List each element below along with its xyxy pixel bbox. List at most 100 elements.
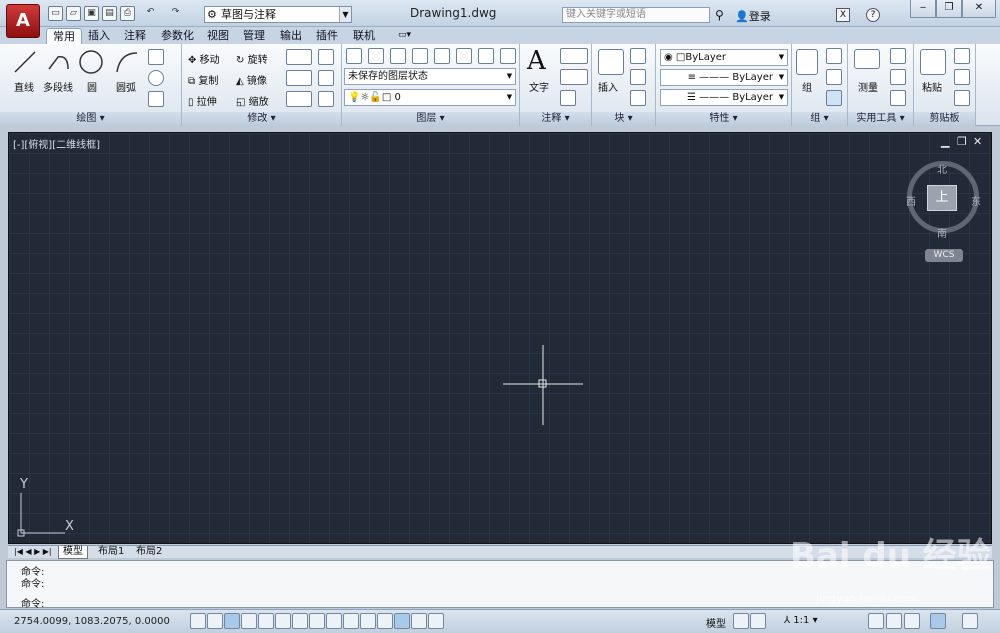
dimension-icon[interactable]	[560, 48, 588, 64]
measure-icon[interactable]	[854, 49, 880, 69]
move-button[interactable]: ✥ 移动	[188, 51, 220, 66]
lineweight-select[interactable]: ☰ ——— ByLayer ▼	[660, 89, 788, 106]
tab-model[interactable]: 模型	[58, 546, 88, 559]
arc-button[interactable]: 圆弧	[116, 79, 136, 94]
viewport-restore-icon[interactable]: ❐	[957, 135, 967, 148]
lineweight-toggle-icon[interactable]	[360, 613, 376, 629]
text-button[interactable]: 文字	[529, 79, 549, 94]
snap-icon[interactable]	[207, 613, 223, 629]
compass-east[interactable]: 东	[971, 193, 981, 208]
polar-icon[interactable]	[258, 613, 274, 629]
trim-icon[interactable]	[286, 49, 312, 65]
drawing-canvas[interactable]: [-][俯视][二维线框] ▁ ❐ ✕ 上 北 南 东 西 WCS Y X	[8, 132, 992, 544]
maximize-button[interactable]: ❐	[936, 0, 962, 18]
layer-icon[interactable]	[456, 48, 472, 64]
grid-icon[interactable]	[224, 613, 240, 629]
wcs-menu[interactable]: WCS	[925, 249, 963, 262]
panel-title-properties[interactable]: 特性 ▾	[656, 112, 791, 126]
panel-title-layers[interactable]: 图层 ▾	[342, 112, 519, 126]
hardware-acceleration-icon[interactable]	[930, 613, 946, 629]
quick-view-icon[interactable]	[750, 613, 766, 629]
compass-south[interactable]: 南	[937, 225, 947, 240]
text-icon[interactable]: A	[527, 46, 546, 76]
undo-icon[interactable]: ↶	[143, 6, 158, 21]
copy-clip-icon[interactable]	[954, 69, 970, 85]
tab-parametric[interactable]: 参数化	[161, 28, 194, 44]
layout-view-icon[interactable]	[733, 613, 749, 629]
ellipse-icon[interactable]	[148, 70, 164, 86]
workspace-switch-icon[interactable]	[868, 613, 884, 629]
login-button[interactable]: 👤登录	[735, 8, 771, 24]
offset-icon[interactable]	[318, 91, 334, 107]
tab-annotate[interactable]: 注释	[124, 28, 146, 44]
ucs-toggle-icon[interactable]	[326, 613, 342, 629]
coordinates-readout[interactable]: 2754.0099, 1083.2075, 0.0000	[14, 616, 170, 627]
panel-title-draw[interactable]: 绘图 ▾	[0, 112, 181, 126]
binoculars-icon[interactable]: ⚲	[715, 8, 724, 22]
help-icon[interactable]: ?	[866, 8, 880, 22]
tab-layout1[interactable]: 布局1	[94, 546, 128, 558]
group-button[interactable]: 组	[802, 79, 812, 94]
layer-icon[interactable]	[390, 48, 406, 64]
redo-icon[interactable]: ↷	[168, 6, 183, 21]
workspace-select[interactable]: ⚙ 草图与注释 ▼	[204, 6, 352, 23]
layer-icon[interactable]	[478, 48, 494, 64]
command-prompt[interactable]: 命令:	[21, 595, 44, 610]
explode-icon[interactable]	[318, 70, 334, 86]
annotation-monitor-icon[interactable]	[428, 613, 444, 629]
tab-online[interactable]: 联机	[353, 28, 375, 44]
compass-west[interactable]: 西	[906, 193, 916, 208]
color-select[interactable]: ◉ □ByLayer ▼	[660, 49, 788, 66]
line-button[interactable]: 直线	[14, 79, 34, 94]
tab-plugins[interactable]: 插件	[316, 28, 338, 44]
ortho-icon[interactable]	[241, 613, 257, 629]
dynamic-input-icon[interactable]	[343, 613, 359, 629]
viewport-label[interactable]: [-][俯视][二维线框]	[13, 136, 100, 151]
table-icon[interactable]	[560, 90, 576, 106]
scale-button[interactable]: ◱ 缩放	[236, 93, 269, 108]
tab-insert[interactable]: 插入	[88, 28, 110, 44]
layer-properties-icon[interactable]	[346, 48, 362, 64]
insert-button[interactable]: 插入	[598, 79, 618, 94]
ungroup-icon[interactable]	[826, 48, 842, 64]
tab-view[interactable]: 视图	[207, 28, 229, 44]
insert-block-icon[interactable]	[598, 49, 624, 75]
panel-toggle-icon[interactable]: ▭▾	[398, 28, 411, 44]
leader-icon[interactable]	[560, 69, 588, 85]
linetype-select[interactable]: ≡ ——— ByLayer ▼	[660, 69, 788, 86]
viewport-minimize-icon[interactable]: ▁	[941, 135, 949, 148]
exchange-icon[interactable]: X	[836, 8, 850, 22]
isolate-icon[interactable]	[904, 613, 920, 629]
mirror-button[interactable]: ◭ 镜像	[236, 72, 267, 87]
plot-icon[interactable]: ⎙	[120, 6, 135, 21]
osnap-icon[interactable]	[275, 613, 291, 629]
tab-home[interactable]: 常用	[46, 28, 82, 44]
tab-output[interactable]: 输出	[280, 28, 302, 44]
panel-title-modify[interactable]: 修改 ▾	[182, 112, 341, 126]
polyline-icon[interactable]	[46, 49, 72, 75]
panel-title-annotation[interactable]: 注释 ▾	[520, 112, 591, 126]
layout-nav-icons[interactable]: |◀ ◀ ▶ ▶|	[10, 546, 56, 558]
panel-title-block[interactable]: 块 ▾	[592, 112, 655, 126]
layer-state-select[interactable]: 未保存的图层状态 ▼	[344, 68, 516, 85]
paste-icon[interactable]	[920, 49, 946, 75]
clean-screen-icon[interactable]	[962, 613, 978, 629]
layer-icon[interactable]	[412, 48, 428, 64]
minimize-button[interactable]: ‒	[910, 0, 936, 18]
save-icon[interactable]: ▣	[84, 6, 99, 21]
quick-properties-icon[interactable]	[394, 613, 410, 629]
match-properties-icon[interactable]	[954, 90, 970, 106]
search-input[interactable]: 键入关键字或短语	[562, 7, 710, 23]
fillet-icon[interactable]	[286, 70, 312, 86]
copy-button[interactable]: ⧉ 复制	[188, 72, 218, 87]
group-select-icon[interactable]	[826, 90, 842, 106]
layer-select[interactable]: 💡☼🔓□ 0 ▼	[344, 89, 516, 106]
lock-ui-icon[interactable]	[886, 613, 902, 629]
calculator-icon[interactable]	[890, 90, 906, 106]
polyline-button[interactable]: 多段线	[43, 79, 73, 94]
circle-button[interactable]: 圆	[87, 79, 97, 94]
rectangle-icon[interactable]	[148, 49, 164, 65]
infer-constraints-icon[interactable]	[190, 613, 206, 629]
transparency-icon[interactable]	[377, 613, 393, 629]
layer-icon[interactable]	[368, 48, 384, 64]
